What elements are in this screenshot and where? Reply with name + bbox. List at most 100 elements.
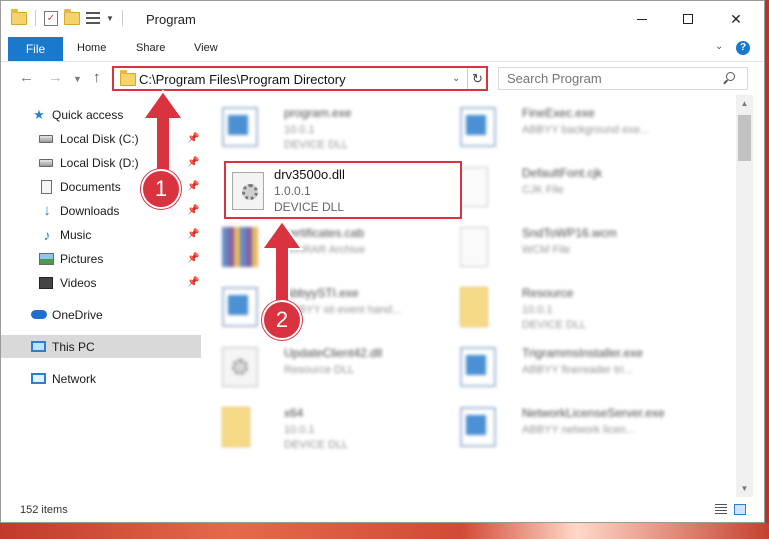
file-version: 1.0.0.1 (274, 184, 311, 198)
file-name: DefaultFont.cjk (522, 166, 603, 180)
address-folder-icon (120, 70, 136, 86)
tab-view[interactable]: View (194, 42, 218, 54)
close-button[interactable]: ✕ (713, 1, 759, 37)
maximize-button[interactable] (665, 1, 711, 37)
music-icon: ♪ (43, 226, 51, 243)
details-view-icon[interactable] (715, 504, 727, 515)
toolbar-divider (121, 10, 123, 26)
maximize-icon (683, 14, 693, 24)
tab-home[interactable]: Home (77, 42, 106, 54)
item-count: 152 items (20, 504, 68, 516)
pin-icon[interactable]: 📌 (187, 205, 199, 216)
sidebar-item-label: Network (52, 371, 97, 386)
file-detail: ABBYY finereader tri... (522, 364, 633, 376)
videos-icon (39, 276, 53, 289)
status-bar: 152 items (1, 498, 764, 522)
recent-locations-chevron-icon[interactable]: ▼ (73, 74, 82, 84)
file-item[interactable]: x64 10.0.1 DEVICE DLL (208, 399, 448, 455)
vertical-scrollbar[interactable]: ▲ ▼ (736, 95, 753, 497)
file-detail: WCM File (522, 244, 571, 256)
navigation-bar: ← → ▼ ↑ C:\Program Files\Program Directo… (1, 62, 764, 94)
file-item[interactable]: TrigrammsInstaller.exe ABBYY finereader … (446, 339, 686, 395)
sidebar-item-label: Videos (60, 275, 97, 290)
scroll-up-icon[interactable]: ▲ (736, 95, 753, 112)
file-name: NetworkLicenseServer.exe (522, 406, 665, 420)
sidebar-item-onedrive[interactable]: OneDrive (1, 303, 201, 326)
documents-icon (41, 179, 52, 194)
scroll-thumb[interactable] (738, 115, 751, 161)
network-icon (31, 373, 46, 384)
search-icon[interactable] (726, 72, 735, 81)
window-title: Program (146, 12, 196, 27)
properties-icon[interactable] (86, 11, 100, 25)
annotation-arrow-2 (260, 219, 304, 304)
onedrive-icon (31, 310, 47, 319)
help-icon[interactable]: ? (736, 41, 750, 55)
file-item[interactable]: UpdateClient42.dll Resource DLL (208, 339, 448, 395)
pin-icon[interactable]: 📌 (187, 157, 199, 168)
file-detail: ABBYY background exe... (522, 124, 649, 136)
dll-icon (232, 172, 264, 210)
file-name: Resource (522, 286, 574, 300)
file-item[interactable]: certificates.cab WinRAR Archive (208, 219, 448, 275)
sidebar-item-videos[interactable]: Videos 📌 (1, 271, 201, 294)
gear-icon (232, 359, 248, 375)
pin-icon[interactable]: 📌 (187, 277, 199, 288)
sidebar-item-label: Music (60, 227, 92, 242)
sidebar-item-network[interactable]: Network (1, 367, 201, 390)
file-item[interactable]: AbbyySTI.exe ABBYY sti event hand... (208, 279, 448, 335)
annotation-marker-2: 2 (262, 300, 302, 340)
pc-icon (31, 341, 46, 352)
up-arrow-icon[interactable]: ↑ (93, 69, 101, 86)
scroll-down-icon[interactable]: ▼ (736, 480, 753, 497)
file-item[interactable]: SndToWP16.wcm WCM File (446, 219, 686, 275)
quick-access-toolbar: ✓ ▼ (11, 8, 125, 26)
file-item[interactable]: NetworkLicenseServer.exe ABBYY network l… (446, 399, 686, 455)
file-item[interactable]: DefaultFont.cjk CJK File (446, 159, 686, 215)
tab-file[interactable]: File (8, 37, 63, 61)
file-detail: CJK File (522, 184, 564, 196)
sidebar-item-this-pc[interactable]: This PC (1, 335, 201, 358)
file-item[interactable]: FineExec.exe ABBYY background exe... (446, 99, 686, 155)
address-dropdown-chevron-icon[interactable]: ⌄ (452, 73, 460, 84)
file-icon (460, 167, 488, 207)
pin-icon[interactable]: 📌 (187, 181, 199, 192)
customize-toolbar-caret-icon[interactable]: ▼ (106, 14, 114, 23)
back-arrow-icon[interactable]: ← (19, 69, 34, 86)
file-item[interactable]: program.exe 10.0.1 DEVICE DLL (208, 99, 448, 155)
file-item-drv3500o-dll[interactable]: drv3500o.dll 1.0.0.1 DEVICE DLL (224, 161, 462, 219)
folder-icon (460, 287, 488, 327)
file-name: UpdateClient42.dll (284, 346, 383, 360)
pin-icon[interactable]: 📌 (187, 133, 199, 144)
sidebar-item-music[interactable]: ♪ Music 📌 (1, 223, 201, 246)
dll-icon (222, 347, 258, 387)
file-detail: ABBYY network licen... (522, 424, 635, 436)
tab-share[interactable]: Share (136, 42, 165, 54)
pin-icon[interactable]: 📌 (187, 229, 199, 240)
expand-ribbon-icon[interactable]: ⌄ (715, 41, 723, 52)
address-bar[interactable]: C:\Program Files\Program Directory ⌄ ↻ (112, 66, 488, 91)
archive-icon (222, 227, 258, 267)
gear-icon (242, 184, 258, 200)
sidebar-item-pictures[interactable]: Pictures 📌 (1, 247, 201, 270)
minimize-button[interactable] (619, 1, 665, 37)
ribbon-tabs: File Home Share View ⌄ ? (1, 37, 764, 62)
file-detail: 10.0.1 (284, 124, 315, 136)
address-path[interactable]: C:\Program Files\Program Directory (139, 72, 346, 87)
sidebar-item-label: Downloads (60, 203, 120, 218)
pictures-icon (39, 252, 54, 265)
pin-icon[interactable]: 📌 (187, 253, 199, 264)
refresh-icon[interactable]: ↻ (467, 68, 487, 89)
tiles-view-icon[interactable] (734, 504, 746, 515)
forward-arrow-icon[interactable]: → (48, 69, 63, 86)
file-name: drv3500o.dll (274, 167, 345, 182)
file-name: SndToWP16.wcm (522, 226, 617, 240)
properties-check-icon[interactable]: ✓ (44, 10, 58, 26)
search-box[interactable] (498, 67, 748, 90)
file-item[interactable]: Resource 10.0.1 DEVICE DLL (446, 279, 686, 335)
sidebar-item-label: This PC (52, 339, 95, 354)
search-input[interactable] (507, 70, 707, 87)
file-name: FineExec.exe (522, 106, 595, 120)
new-folder-icon[interactable] (64, 8, 80, 25)
minimize-icon (637, 18, 647, 20)
